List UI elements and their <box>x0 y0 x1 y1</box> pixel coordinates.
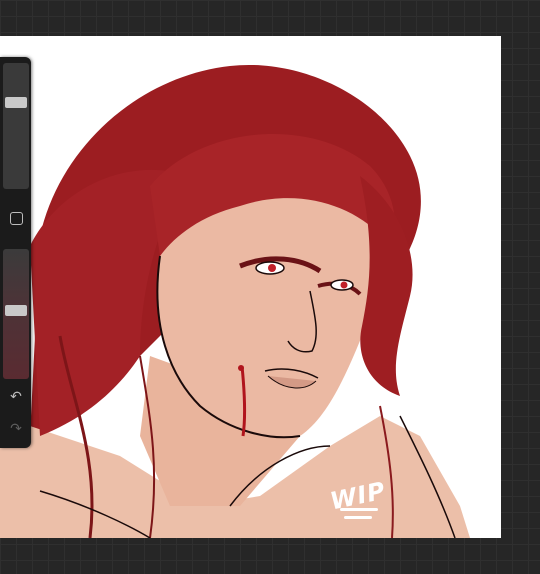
redo-button[interactable]: ↷ <box>4 417 28 439</box>
brush-size-thumb[interactable] <box>5 97 27 108</box>
redo-icon: ↷ <box>10 420 22 436</box>
undo-button[interactable]: ↶ <box>4 385 28 407</box>
modify-button[interactable] <box>4 207 28 229</box>
undo-icon: ↶ <box>10 388 22 404</box>
square-icon <box>9 211 23 225</box>
brush-opacity-slider[interactable] <box>3 249 29 379</box>
wip-underline <box>340 508 378 524</box>
drawing-canvas[interactable]: WIP <box>0 36 501 538</box>
brush-opacity-thumb[interactable] <box>5 305 27 316</box>
brush-size-slider[interactable] <box>3 63 29 189</box>
tool-sidebar: ↶ ↷ <box>0 57 31 448</box>
artwork-illustration <box>0 64 470 538</box>
